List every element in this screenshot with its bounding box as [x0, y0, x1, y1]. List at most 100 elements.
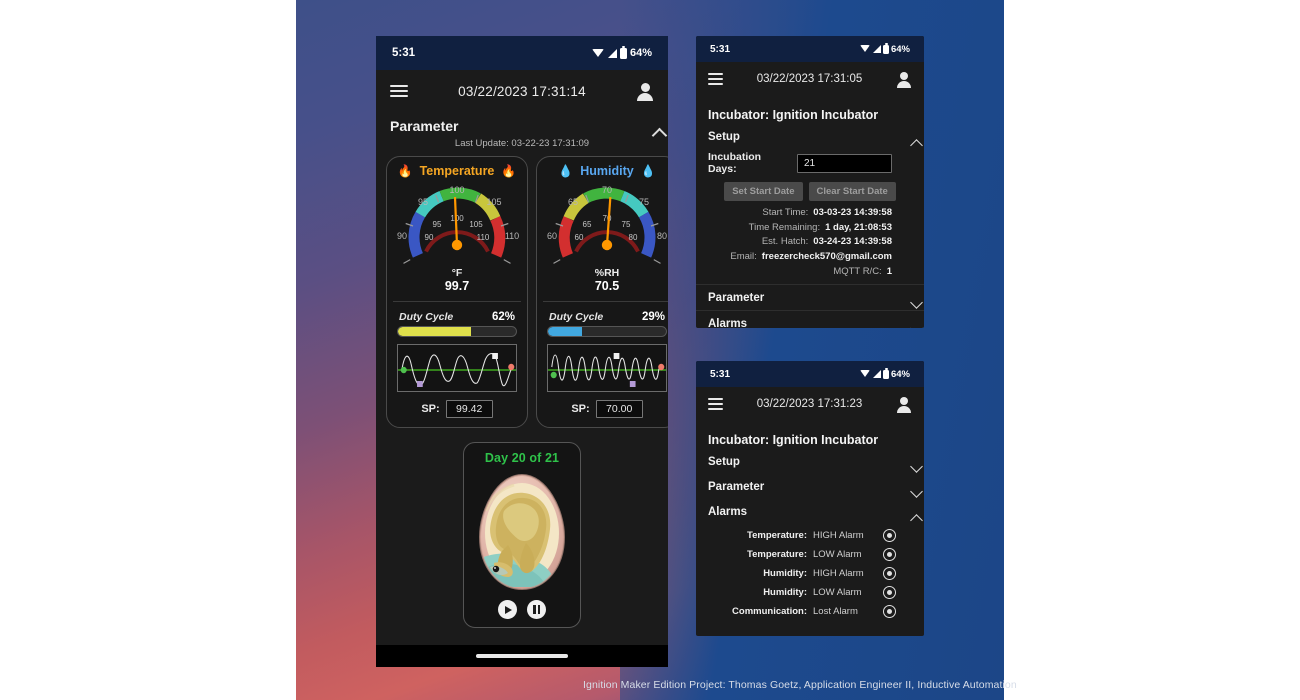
incubation-days-label: Incubation Days: [708, 151, 762, 175]
alarm-key: Temperature: [746, 530, 807, 541]
duty-cycle-bar [397, 326, 517, 338]
alarm-row: Humidity: LOW Alarm [696, 583, 924, 602]
spark-max-marker [492, 353, 498, 360]
accordion-parameter[interactable]: Parameter [696, 283, 924, 310]
hamburger-icon[interactable] [708, 73, 723, 85]
account-icon[interactable] [896, 71, 912, 88]
accordion-alarms[interactable]: Alarms [696, 499, 924, 524]
gauge-inner-tick: 70 [603, 214, 612, 223]
wifi-icon [859, 370, 870, 378]
accordion-setup[interactable]: Setup [696, 124, 924, 149]
detail-key: Email: [730, 251, 757, 263]
alarm-value: HIGH Alarm [813, 530, 864, 541]
egg-playback-controls [470, 600, 574, 620]
page-title: Incubator: Ignition Incubator [708, 108, 879, 122]
spark-max-marker [613, 353, 620, 360]
gauge-tick-label: 95 [418, 197, 428, 207]
accordion-parameter[interactable]: Parameter [696, 474, 924, 499]
duty-cycle-label: Duty Cycle [399, 311, 454, 324]
screenshot-stage: Ignition Maker Edition Project: Thomas G… [0, 0, 1300, 700]
duty-cycle-percent: 62% [491, 311, 515, 324]
status-bar-main: 5:31 64% [376, 36, 668, 70]
gauge-hub [601, 239, 613, 251]
gauge-tick-label: 80 [657, 231, 667, 241]
duty-cycle-fill [548, 327, 583, 337]
alarm-indicator-icon[interactable] [883, 529, 896, 542]
detail-key: Start Time: [762, 207, 809, 218]
alarm-indicator-icon[interactable] [883, 586, 896, 599]
accordion-setup[interactable]: Setup [696, 449, 924, 474]
detail-row: Time Remaining: 1 day, 21:08:53 [708, 221, 892, 236]
setpoint-label: SP: [421, 403, 440, 416]
battery-percent: 64% [890, 368, 910, 380]
duty-cycle-bar [547, 326, 667, 338]
status-clock: 5:31 [710, 368, 731, 380]
temperature-gauge: 90 95 100 105 110 90 95 100 105 110 [393, 179, 521, 271]
accordion-alarms[interactable]: Alarms [696, 309, 924, 328]
wifi-icon [591, 48, 604, 58]
spark-start-marker [550, 371, 557, 379]
cellular-signal-icon [872, 370, 881, 378]
detail-row: Est. Hatch: 03-24-23 14:39:58 [708, 235, 892, 250]
spark-end-marker [658, 363, 665, 371]
temperature-duty-row: Duty Cycle 62% [393, 301, 521, 326]
set-start-date-button[interactable]: Set Start Date [724, 182, 803, 201]
account-icon[interactable] [896, 396, 912, 413]
detail-value: 1 [886, 265, 892, 277]
egg-embryo-image [478, 474, 566, 591]
incubation-days-row: Incubation Days: [696, 149, 924, 175]
gauge-tick-label: 90 [397, 231, 407, 241]
status-icons: 64% [859, 43, 910, 55]
pause-icon[interactable] [527, 600, 546, 620]
gauge-inner-tick: 80 [629, 233, 638, 242]
play-icon[interactable] [498, 600, 517, 620]
alarm-indicator-icon[interactable] [883, 567, 896, 580]
alarm-value: LOW Alarm [813, 587, 862, 598]
detail-key: MQTT R/C: [833, 265, 882, 277]
phone-setup: 5:31 64% 03/22/2023 17:31:05 Incubator: … [696, 36, 924, 328]
detail-key: Time Remaining: [748, 221, 821, 233]
incubation-days-input[interactable] [797, 153, 892, 173]
gauge-tick-label: 100 [449, 185, 464, 195]
droplet-icon: 💧 [558, 164, 574, 178]
alarm-indicator-icon[interactable] [883, 605, 896, 618]
spark-min-marker [629, 381, 636, 388]
detail-value: 1 day, 21:08:53 [825, 221, 892, 233]
hamburger-icon[interactable] [390, 84, 408, 98]
gauge-inner-tick: 100 [450, 214, 464, 223]
parameter-cards-row: 🔥 Temperature 🔥 90 95 100 105 110 90 95 … [376, 156, 668, 429]
clear-start-date-button[interactable]: Clear Start Date [808, 182, 896, 201]
humidity-card: 💧 Humidity 💧 60 65 70 75 80 60 65 70 75 … [536, 156, 668, 429]
home-pill[interactable] [476, 654, 568, 658]
gauge-inner-tick: 90 [425, 233, 434, 242]
alarm-value: HIGH Alarm [813, 568, 864, 579]
battery-percent: 64% [629, 47, 652, 59]
parameter-section-header[interactable]: Parameter [376, 112, 668, 138]
flame-icon: 🔥 [397, 164, 413, 178]
status-clock: 5:31 [710, 43, 731, 55]
gauge-inner-tick: 75 [622, 220, 631, 229]
alarm-key: Humidity: [763, 568, 807, 579]
humidity-label: Humidity [580, 164, 634, 178]
status-clock: 5:31 [392, 47, 416, 59]
temperature-setpoint-input[interactable] [445, 400, 493, 419]
humidity-value: 70.5 [594, 279, 620, 294]
humidity-setpoint-input[interactable] [595, 400, 643, 419]
footer-credit: Ignition Maker Edition Project: Thomas G… [583, 679, 1017, 691]
gauge-inner-tick: 60 [575, 233, 584, 242]
hamburger-icon[interactable] [708, 398, 723, 410]
gauge-tick-label: 60 [547, 231, 557, 241]
accordion-alarms-label: Alarms [708, 317, 747, 328]
detail-row: Start Time: 03-03-23 14:39:58 [708, 206, 892, 221]
alarm-indicator-icon[interactable] [883, 548, 896, 561]
parameter-section-label: Parameter [390, 118, 459, 134]
account-icon[interactable] [636, 82, 654, 101]
android-nav-bar [376, 645, 668, 667]
accordion-parameter-label: Parameter [708, 291, 765, 304]
app-bar-setup: 03/22/2023 17:31:05 [696, 62, 924, 96]
temperature-sparkline [397, 344, 517, 393]
gauge-inner-tick: 65 [583, 220, 592, 229]
alarm-key: Communication: [732, 606, 807, 617]
appbar-timestamp: 03/22/2023 17:31:23 [756, 398, 863, 410]
humidity-gauge: 60 65 70 75 80 60 65 70 75 80 [543, 179, 668, 271]
